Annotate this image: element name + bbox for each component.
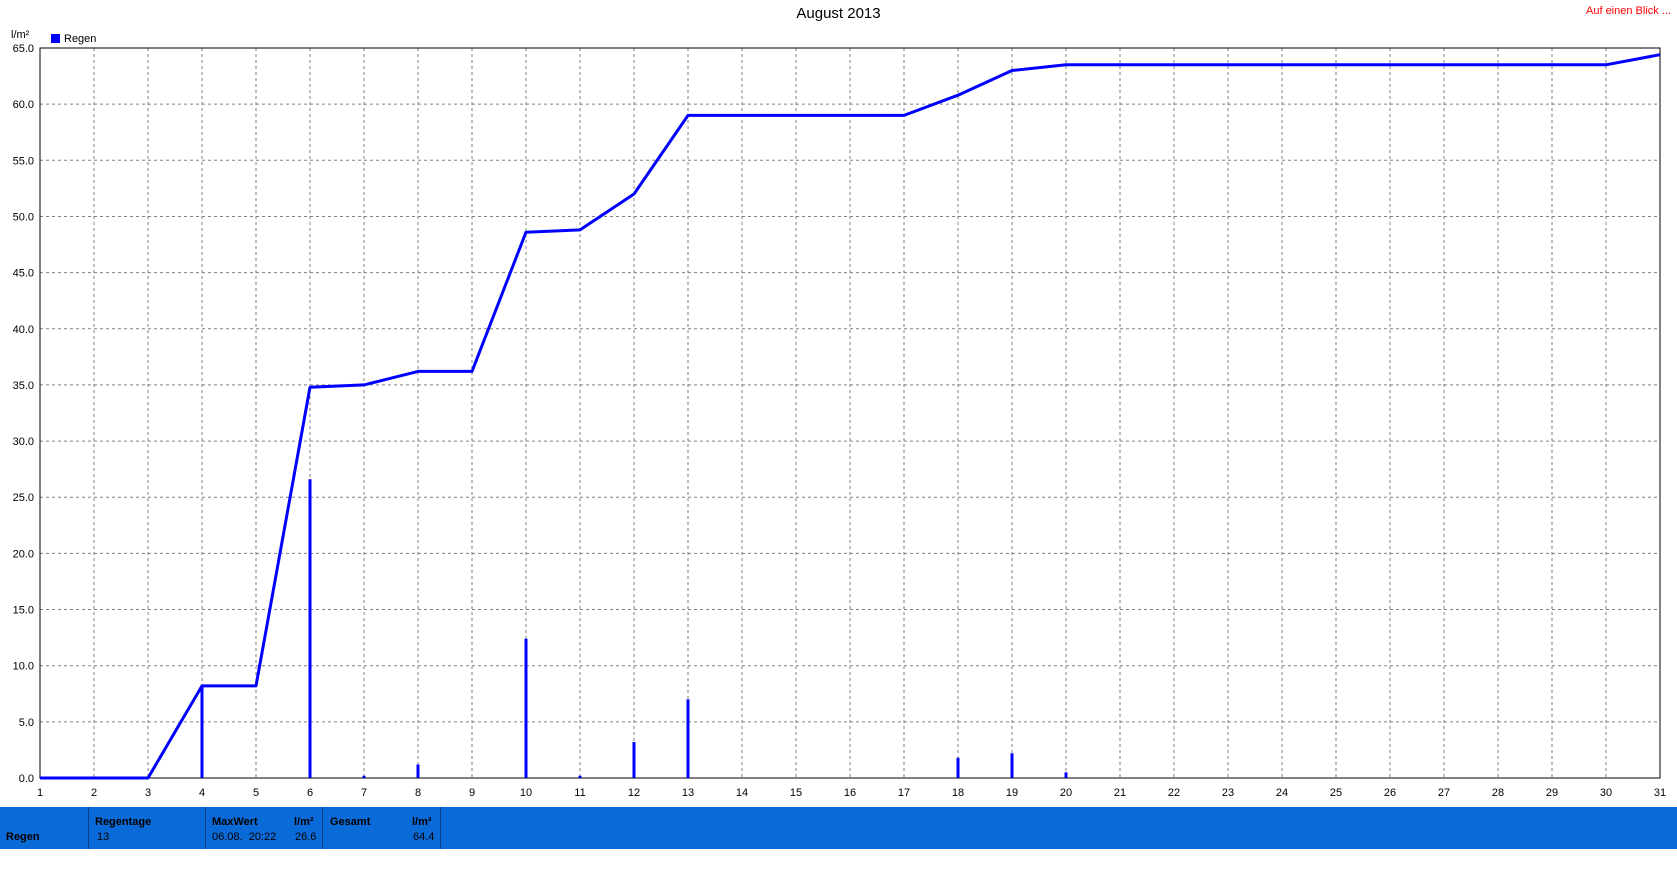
status-divider [440,807,441,849]
x-tick-label: 26 [1384,787,1396,799]
x-tick-label: 31 [1654,787,1666,799]
x-tick-label: 23 [1222,787,1234,799]
y-tick-label: 5.0 [19,717,34,729]
x-tick-label: 29 [1546,787,1558,799]
x-tick-label: 15 [790,787,802,799]
y-tick-label: 45.0 [13,268,34,280]
x-tick-label: 6 [307,787,313,799]
x-tick-label: 2 [91,787,97,799]
x-tick-label: 5 [253,787,259,799]
y-tick-label: 65.0 [13,43,34,55]
legend-label: Regen [64,33,96,45]
gesamt-value: 64.4 [413,831,435,843]
x-tick-label: 20 [1060,787,1072,799]
x-tick-label: 12 [628,787,640,799]
x-tick-label: 9 [469,787,475,799]
x-tick-label: 22 [1168,787,1180,799]
y-tick-label: 55.0 [13,155,34,167]
x-tick-label: 19 [1006,787,1018,799]
status-bar: Regen Regentage 13 MaxWert l/m² 06.08. 2… [0,807,1677,849]
maxwert-date: 06.08. 20:22 [212,831,277,843]
x-tick-label: 16 [844,787,856,799]
x-tick-label: 30 [1600,787,1612,799]
x-tick-label: 8 [415,787,421,799]
y-tick-label: 25.0 [13,492,34,504]
y-tick-label: 30.0 [13,436,34,448]
y-tick-label: 10.0 [13,661,34,673]
y-tick-label: 20.0 [13,548,34,560]
rain-chart: 0.0 5.0 10.0 15.0 20.0 25.0 30.0 35.0 40.0 45.0 50… [11,29,1666,799]
x-tick-label: 13 [682,787,694,799]
x-tick-label: 11 [574,787,585,799]
x-tick-label: 24 [1276,787,1288,799]
x-tick-label: 7 [361,787,367,799]
x-tick-label: 4 [199,787,205,799]
status-row-label: Regen [6,831,40,843]
y-tick-label: 40.0 [13,324,34,336]
y-axis-label: l/m² [11,29,30,41]
x-tick-label: 10 [520,787,532,799]
y-tick-label: 60.0 [13,99,34,111]
maxwert-value: 26.6 [295,831,317,843]
legend-swatch [51,34,60,43]
status-divider [322,807,323,849]
status-divider [88,807,89,849]
status-divider [205,807,206,849]
y-tick-label: 15.0 [13,605,34,617]
x-tick-label: 1 [37,787,43,799]
x-tick-label: 21 [1114,787,1126,799]
regentage-value: 13 [97,831,110,843]
gesamt-label: Gesamt [330,816,371,828]
y-tick-label: 0.0 [19,773,34,785]
y-tick-label: 35.0 [13,380,34,392]
y-tick-label: 50.0 [13,211,34,223]
x-tick-label: 14 [736,787,748,799]
x-tick-label: 27 [1438,787,1450,799]
x-tick-label: 18 [952,787,964,799]
x-tick-label: 28 [1492,787,1504,799]
x-tick-label: 25 [1330,787,1342,799]
x-tick-label: 3 [145,787,151,799]
x-tick-label: 17 [898,787,910,799]
